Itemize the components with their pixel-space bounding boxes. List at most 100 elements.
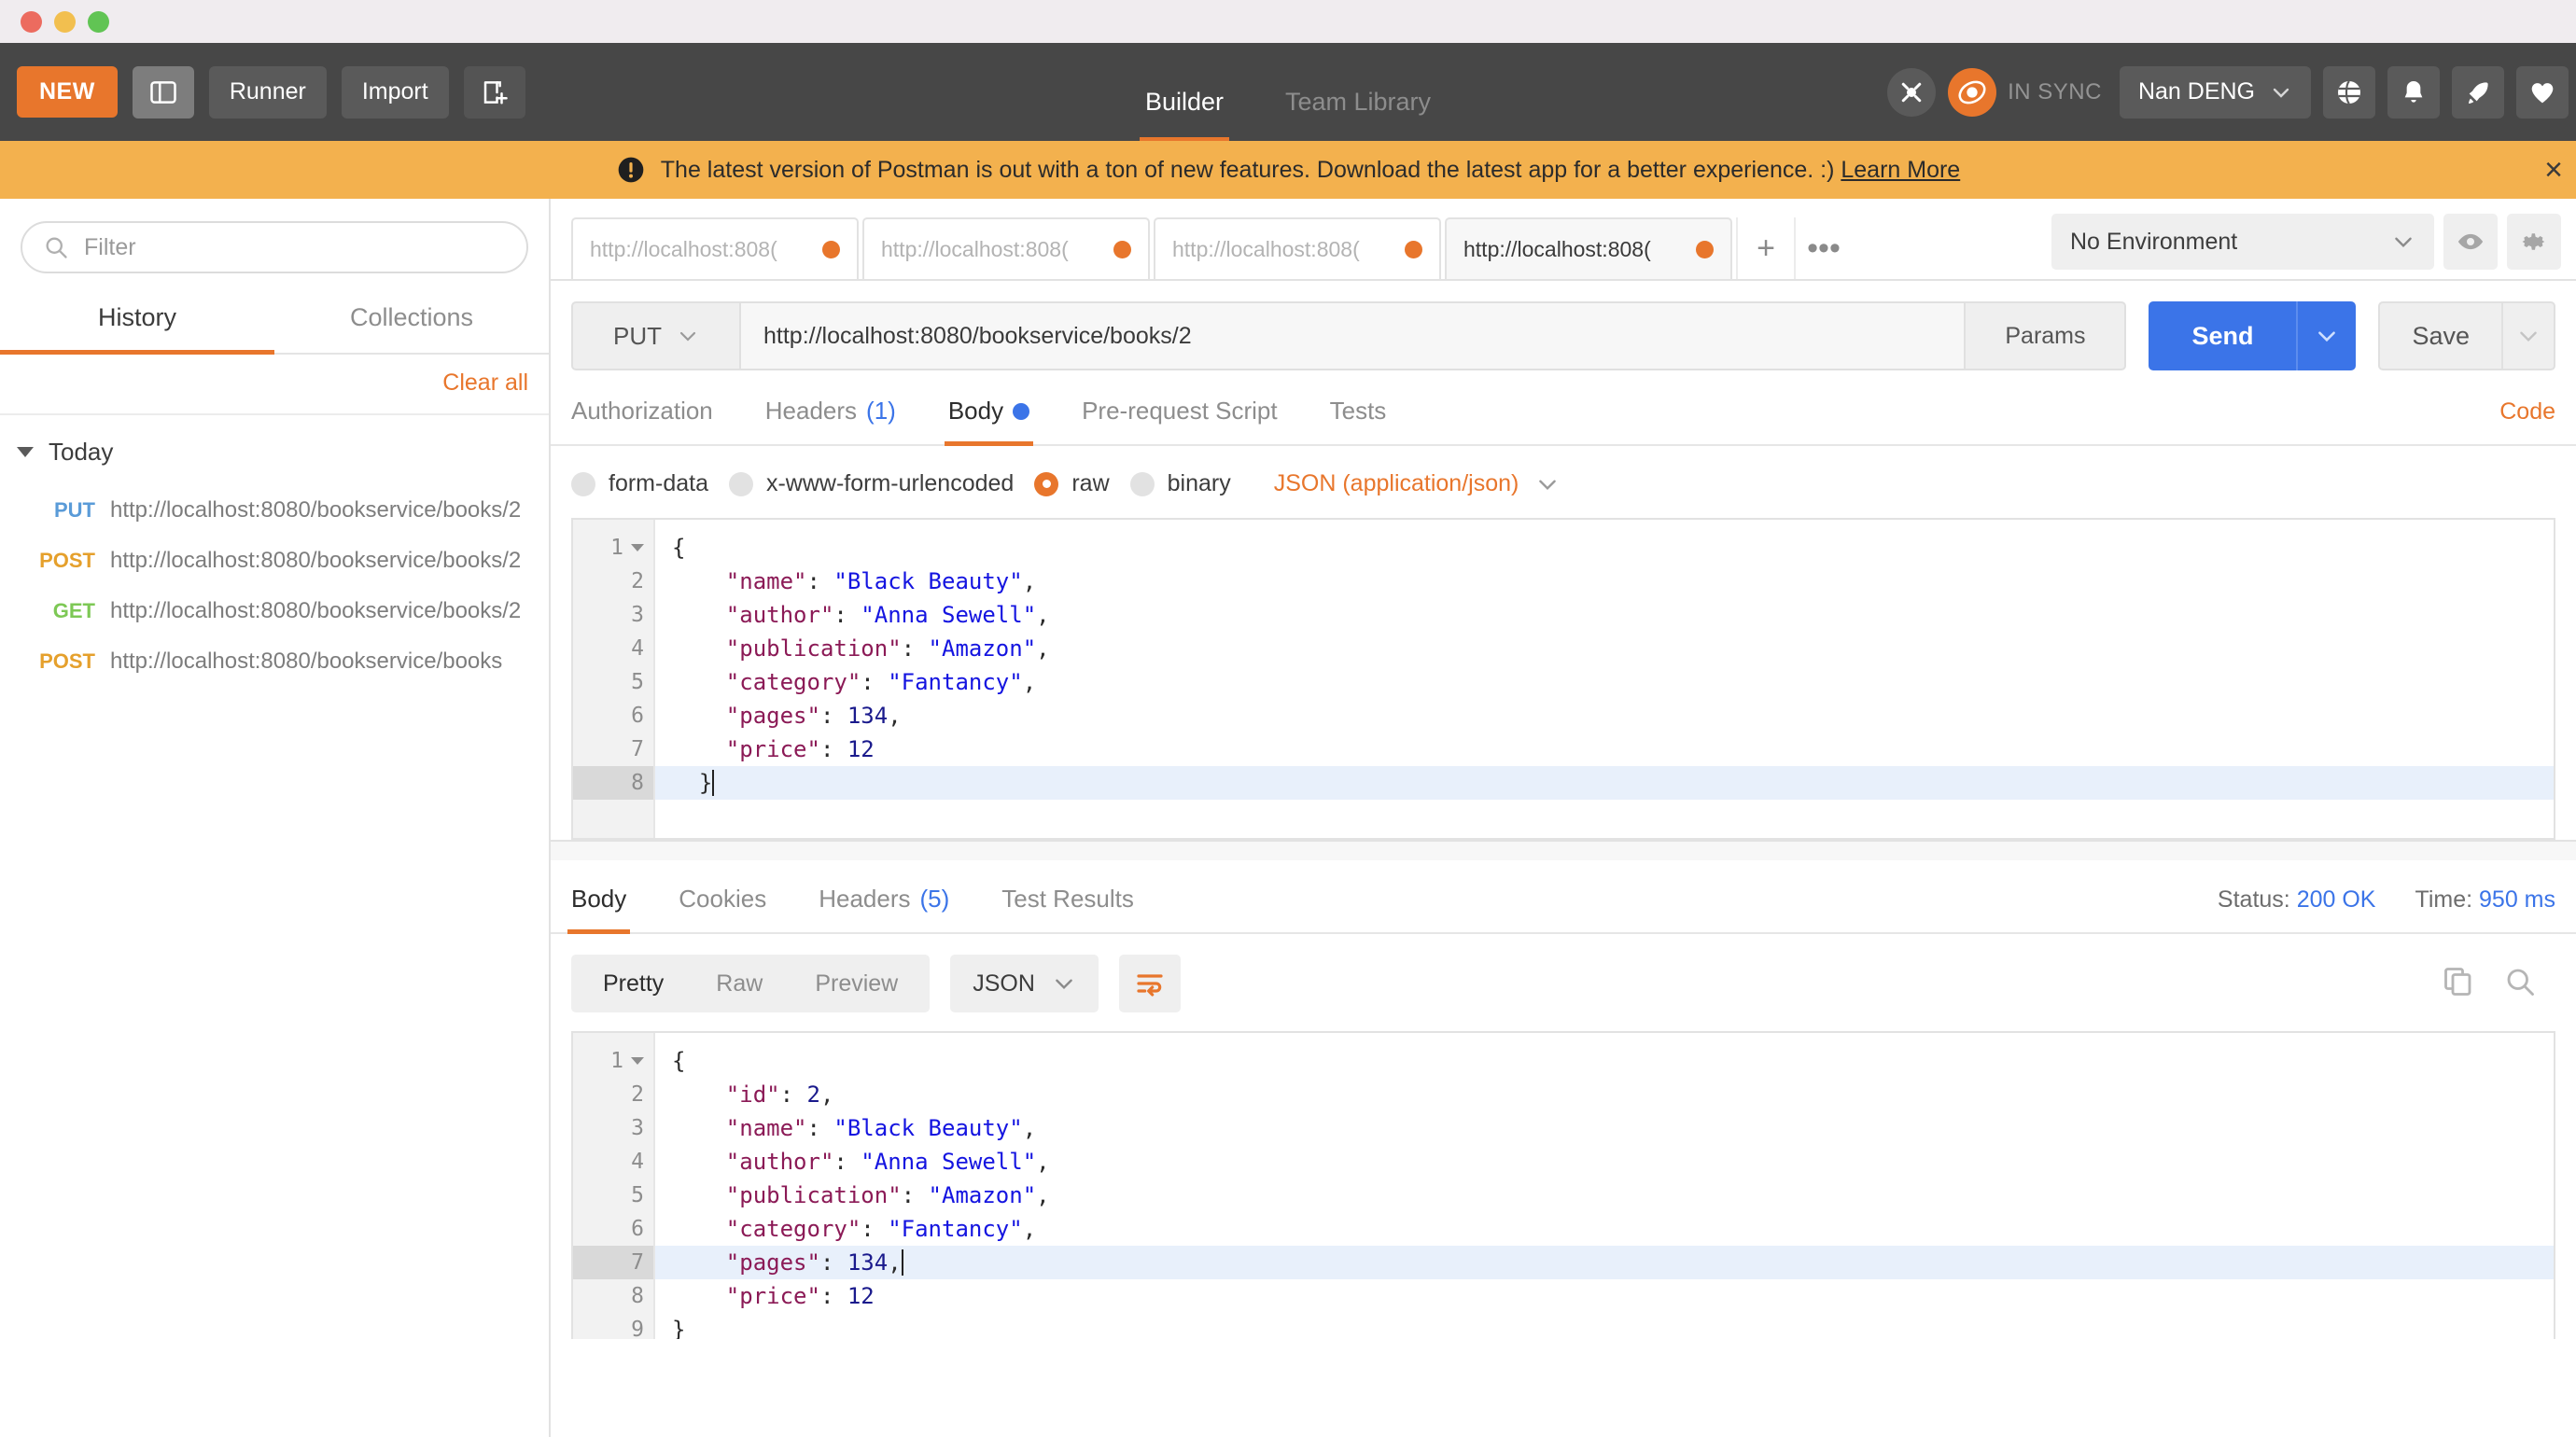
search-response-button[interactable]: [2503, 965, 2537, 1003]
body-type-binary[interactable]: binary: [1129, 470, 1231, 497]
response-tab-body[interactable]: Body: [567, 885, 631, 934]
new-window-button[interactable]: [463, 65, 525, 119]
request-tab-label: http://localhost:808(: [1463, 236, 1651, 261]
window-maximize-button[interactable]: [88, 10, 109, 33]
new-button[interactable]: NEW: [17, 66, 118, 118]
window-titlebar: [0, 0, 2576, 43]
response-separator: [551, 840, 2576, 860]
unsaved-indicator-icon: [1405, 240, 1422, 258]
tab-options-button[interactable]: •••: [1794, 217, 1852, 279]
save-options-button[interactable]: [2501, 301, 2555, 370]
sidebar-toggle-button[interactable]: [132, 65, 194, 119]
filter-container: Filter: [0, 199, 549, 290]
response-body-editor[interactable]: 123456789 { "id": 2, "name": "Black Beau…: [571, 1031, 2555, 1339]
body-type-form-data[interactable]: form-data: [571, 470, 708, 497]
response-editor-code[interactable]: { "id": 2, "name": "Black Beauty", "auth…: [655, 1033, 2554, 1339]
rocket-button[interactable]: [2452, 65, 2504, 119]
environment-select[interactable]: No Environment: [2051, 214, 2434, 270]
sync-status[interactable]: IN SYNC: [1948, 67, 2102, 117]
code-token: :: [819, 1249, 847, 1276]
tab-count-badge: (1): [866, 397, 896, 425]
view-mode-raw[interactable]: Raw: [690, 970, 789, 998]
line-number: 3: [573, 598, 653, 632]
request-tab-headers[interactable]: Headers (1): [765, 397, 896, 444]
environment-settings-button[interactable]: [2507, 214, 2561, 270]
view-mode-pretty[interactable]: Pretty: [577, 970, 690, 998]
request-tab-authorization[interactable]: Authorization: [571, 397, 713, 444]
interceptor-button[interactable]: [1887, 67, 1937, 117]
response-tab-test-results[interactable]: Test Results: [1001, 885, 1134, 932]
banner-close-button[interactable]: ×: [2544, 152, 2563, 188]
send-button[interactable]: Send: [2149, 301, 2297, 370]
fold-caret-icon[interactable]: [631, 544, 644, 551]
word-wrap-button[interactable]: [1118, 955, 1181, 1012]
url-input[interactable]: http://localhost:8080/bookservice/books/…: [739, 301, 1967, 370]
code-token: :: [806, 568, 834, 594]
copy-response-button[interactable]: [2442, 965, 2475, 1003]
response-format-select[interactable]: JSON: [950, 955, 1099, 1012]
line-number-label: 4: [631, 1150, 644, 1174]
line-number: 4: [573, 1145, 653, 1179]
code-token: :: [833, 602, 861, 628]
sidebar-tab-collections[interactable]: Collections: [274, 290, 549, 353]
filter-input[interactable]: Filter: [21, 221, 528, 273]
send-options-button[interactable]: [2296, 301, 2357, 370]
environment-area: No Environment: [2051, 214, 2576, 279]
view-mode-preview[interactable]: Preview: [789, 970, 924, 998]
response-toolbar-right: [2442, 965, 2555, 1003]
window-minimize-button[interactable]: [54, 10, 76, 33]
time-value: 950 ms: [2479, 886, 2555, 913]
learn-more-link[interactable]: Learn More: [1841, 157, 1960, 183]
request-tab-tests[interactable]: Tests: [1330, 397, 1387, 444]
app-header: NEW Runner Import Builder Team Library I…: [0, 43, 2576, 141]
request-tab-body[interactable]: Body: [944, 397, 1034, 446]
favorites-button[interactable]: [2516, 65, 2569, 119]
request-tab[interactable]: http://localhost:808(: [862, 217, 1150, 279]
method-select[interactable]: PUT: [571, 301, 739, 370]
time-label: Time:: [2415, 886, 2473, 913]
method-label: PUT: [613, 321, 662, 350]
history-group-today[interactable]: Today: [0, 415, 549, 485]
response-view-mode-group: Pretty Raw Preview: [571, 955, 931, 1012]
runner-button[interactable]: Runner: [208, 65, 327, 119]
body-type-x-www-form-urlencoded[interactable]: x-www-form-urlencoded: [728, 470, 1014, 497]
response-tab-headers[interactable]: Headers (5): [819, 885, 949, 932]
params-button[interactable]: Params: [1966, 301, 2127, 370]
request-tab[interactable]: http://localhost:808(: [571, 217, 859, 279]
chevron-down-icon: [1056, 979, 1072, 990]
history-item[interactable]: POST http://localhost:8080/bookservice/bo…: [0, 536, 549, 586]
sidebar-tab-history[interactable]: History: [0, 290, 274, 355]
banner-message-text: The latest version of Postman is out wit…: [660, 156, 1841, 183]
import-button[interactable]: Import: [341, 65, 449, 119]
environment-quick-look-button[interactable]: [2443, 214, 2498, 270]
request-tab[interactable]: http://localhost:808(: [1445, 217, 1732, 279]
response-meta: Status: 200 OK Time: 950 ms: [2218, 886, 2555, 932]
code-link[interactable]: Code: [2499, 398, 2555, 444]
window-close-button[interactable]: [21, 10, 42, 33]
tab-label: Headers: [819, 885, 911, 913]
fold-caret-icon[interactable]: [631, 1057, 644, 1065]
code-token: :: [861, 669, 889, 695]
header-tab-team-library[interactable]: Team Library: [1285, 88, 1431, 141]
history-item[interactable]: PUT http://localhost:8080/bookservice/boo…: [0, 485, 549, 536]
update-banner: The latest version of Postman is out wit…: [0, 141, 2576, 199]
header-tab-builder[interactable]: Builder: [1139, 88, 1230, 141]
code-token: "Black Beauty": [833, 1115, 1023, 1141]
save-button[interactable]: Save: [2378, 301, 2501, 370]
clear-all-button[interactable]: Clear all: [442, 370, 528, 397]
body-type-raw[interactable]: raw: [1034, 470, 1110, 497]
response-tab-cookies[interactable]: Cookies: [679, 885, 766, 932]
add-tab-button[interactable]: +: [1736, 217, 1794, 279]
request-tab[interactable]: http://localhost:808(: [1154, 217, 1441, 279]
history-item[interactable]: GET http://localhost:8080/bookservice/boo…: [0, 586, 549, 636]
request-tab-pre-request-script[interactable]: Pre-request Script: [1082, 397, 1278, 444]
code-token: "category": [672, 1216, 861, 1242]
request-body-editor[interactable]: 12 3 4 5 6 7 8 { "name": "Black Beauty", "auth…: [571, 518, 2555, 840]
globe-button[interactable]: [2323, 65, 2375, 119]
notifications-button[interactable]: [2387, 65, 2440, 119]
content-type-select[interactable]: JSON (application/json): [1274, 470, 1561, 497]
user-menu-button[interactable]: Nan DENG: [2119, 65, 2311, 119]
request-editor-code[interactable]: { "name": "Black Beauty", "author": "Ann…: [655, 520, 2554, 838]
history-item[interactable]: POST http://localhost:8080/bookservice/bo…: [0, 636, 549, 687]
code-token: ,: [1022, 1216, 1037, 1242]
